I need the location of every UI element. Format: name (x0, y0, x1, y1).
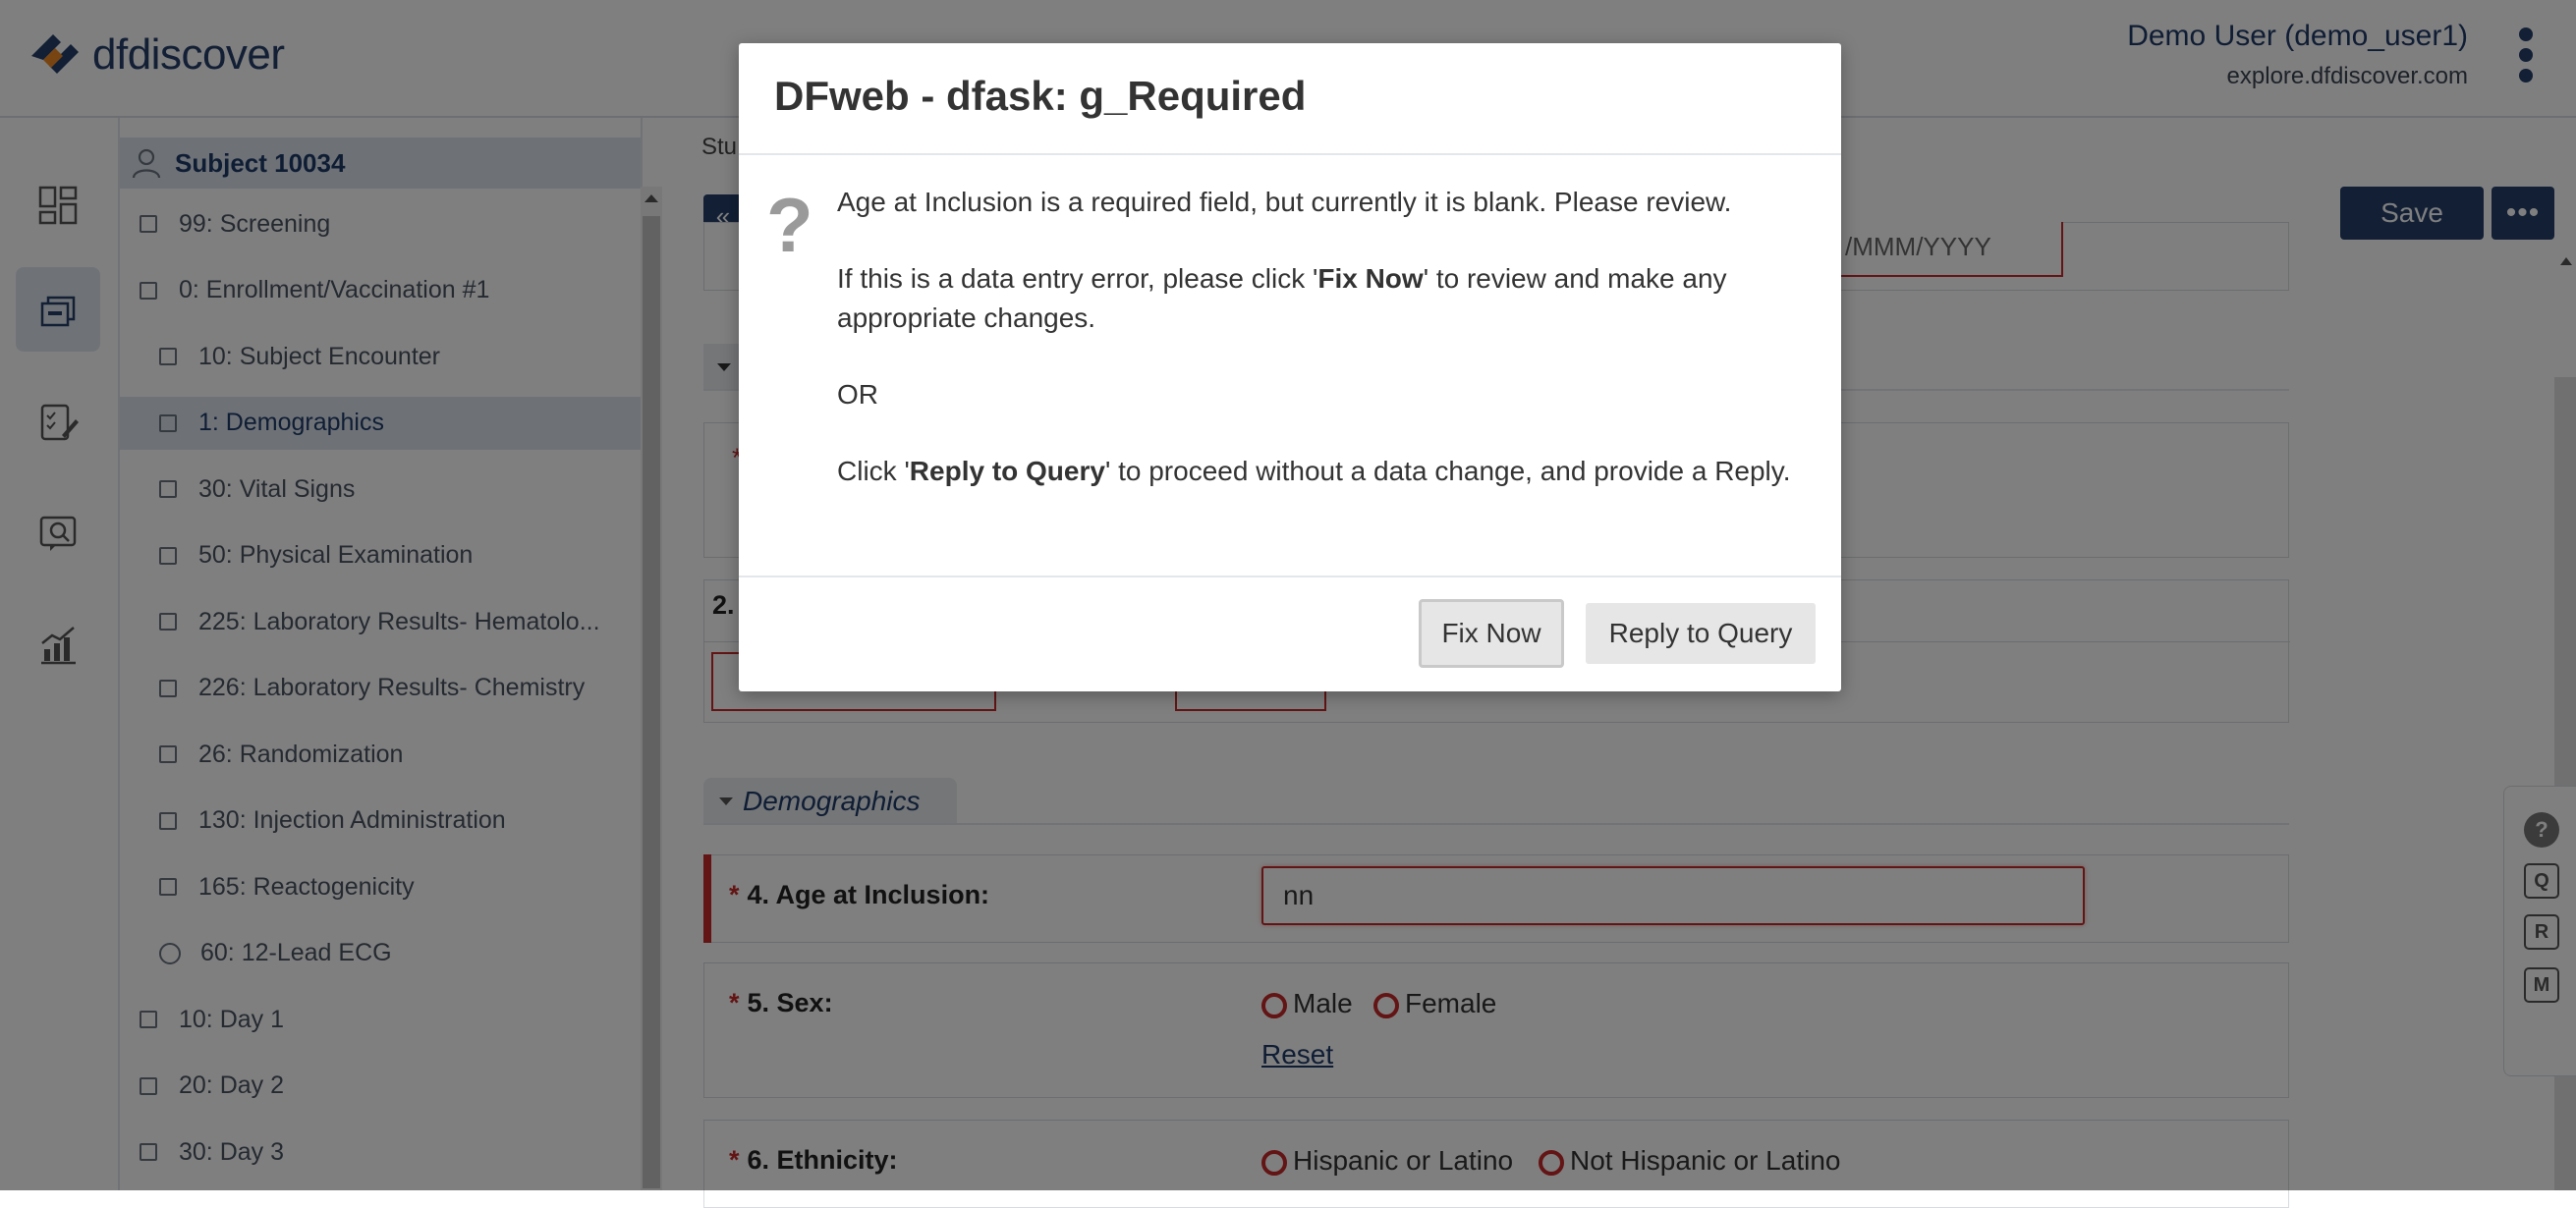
question-icon: ? (766, 182, 813, 268)
dialog-message-1: Age at Inclusion is a required field, bu… (837, 187, 1732, 217)
dialog-message-or: OR (837, 379, 878, 410)
dialog-title: DFweb - dfask: g_Required (774, 73, 1307, 119)
fix-now-button[interactable]: Fix Now (1419, 599, 1564, 668)
dialog-message-2: If this is a data entry error, please cl… (837, 263, 1727, 333)
reply-to-query-button[interactable]: Reply to Query (1586, 603, 1816, 664)
query-dialog: DFweb - dfask: g_Required ? Age at Inclu… (739, 43, 1841, 691)
dialog-message-3: Click 'Reply to Query' to proceed withou… (837, 456, 1791, 486)
